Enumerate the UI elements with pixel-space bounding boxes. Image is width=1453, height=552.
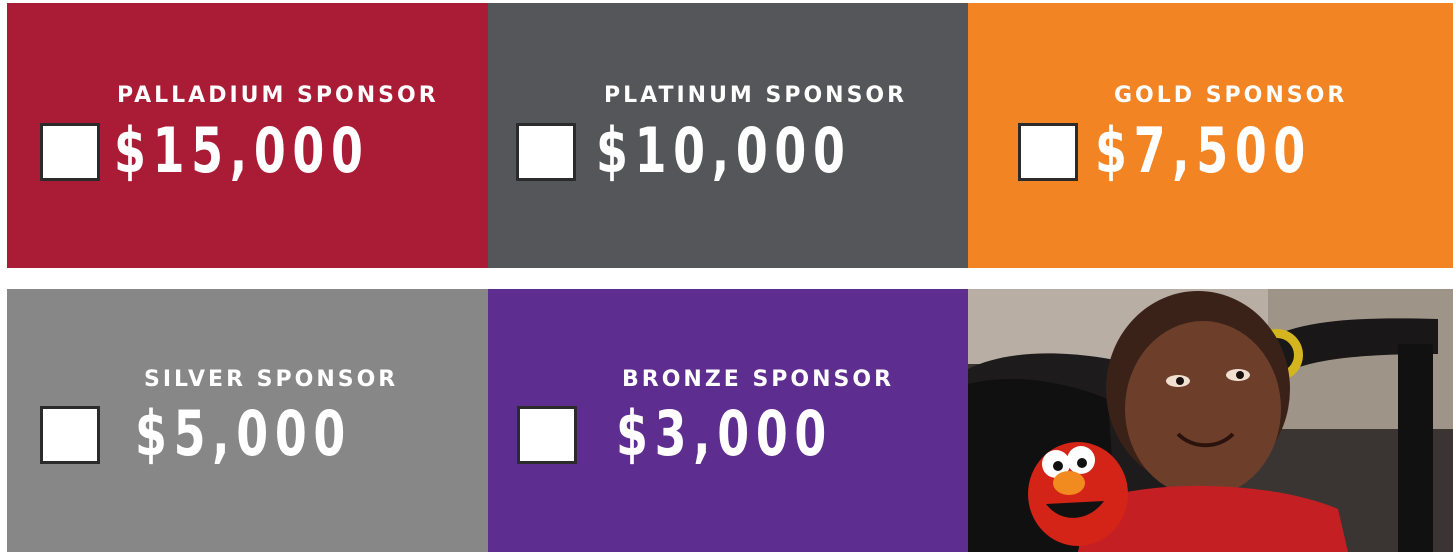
sponsor-tile-platinum: PLATINUM SPONSOR $10,000 (488, 3, 968, 268)
child-with-toy-photo (968, 289, 1453, 552)
tier-label: BRONZE SPONSOR (622, 367, 895, 392)
tier-label: PALLADIUM SPONSOR (117, 83, 439, 108)
sponsor-amount: $3,000 (616, 397, 834, 470)
sponsor-amount: $7,500 (1095, 114, 1313, 187)
sponsor-checkbox[interactable] (516, 123, 576, 181)
sponsor-checkbox[interactable] (517, 406, 577, 464)
tier-label: PLATINUM SPONSOR (604, 83, 908, 108)
sponsor-tile-bronze: BRONZE SPONSOR $3,000 (488, 289, 968, 552)
sponsor-tile-silver: SILVER SPONSOR $5,000 (7, 289, 488, 552)
tier-label: GOLD SPONSOR (1114, 83, 1348, 108)
sponsor-checkbox[interactable] (40, 123, 100, 181)
sponsor-checkbox[interactable] (1018, 123, 1078, 181)
sponsor-amount: $10,000 (596, 114, 852, 187)
sponsorship-grid: PALLADIUM SPONSOR $15,000 PLATINUM SPONS… (0, 0, 1453, 552)
sponsor-checkbox[interactable] (40, 406, 100, 464)
photo-illustration (968, 289, 1453, 552)
sponsor-tile-gold: GOLD SPONSOR $7,500 (968, 3, 1453, 268)
sponsor-tile-palladium: PALLADIUM SPONSOR $15,000 (7, 3, 488, 268)
tier-label: SILVER SPONSOR (144, 367, 399, 392)
sponsor-amount: $5,000 (135, 397, 353, 470)
sponsor-amount: $15,000 (114, 114, 370, 187)
